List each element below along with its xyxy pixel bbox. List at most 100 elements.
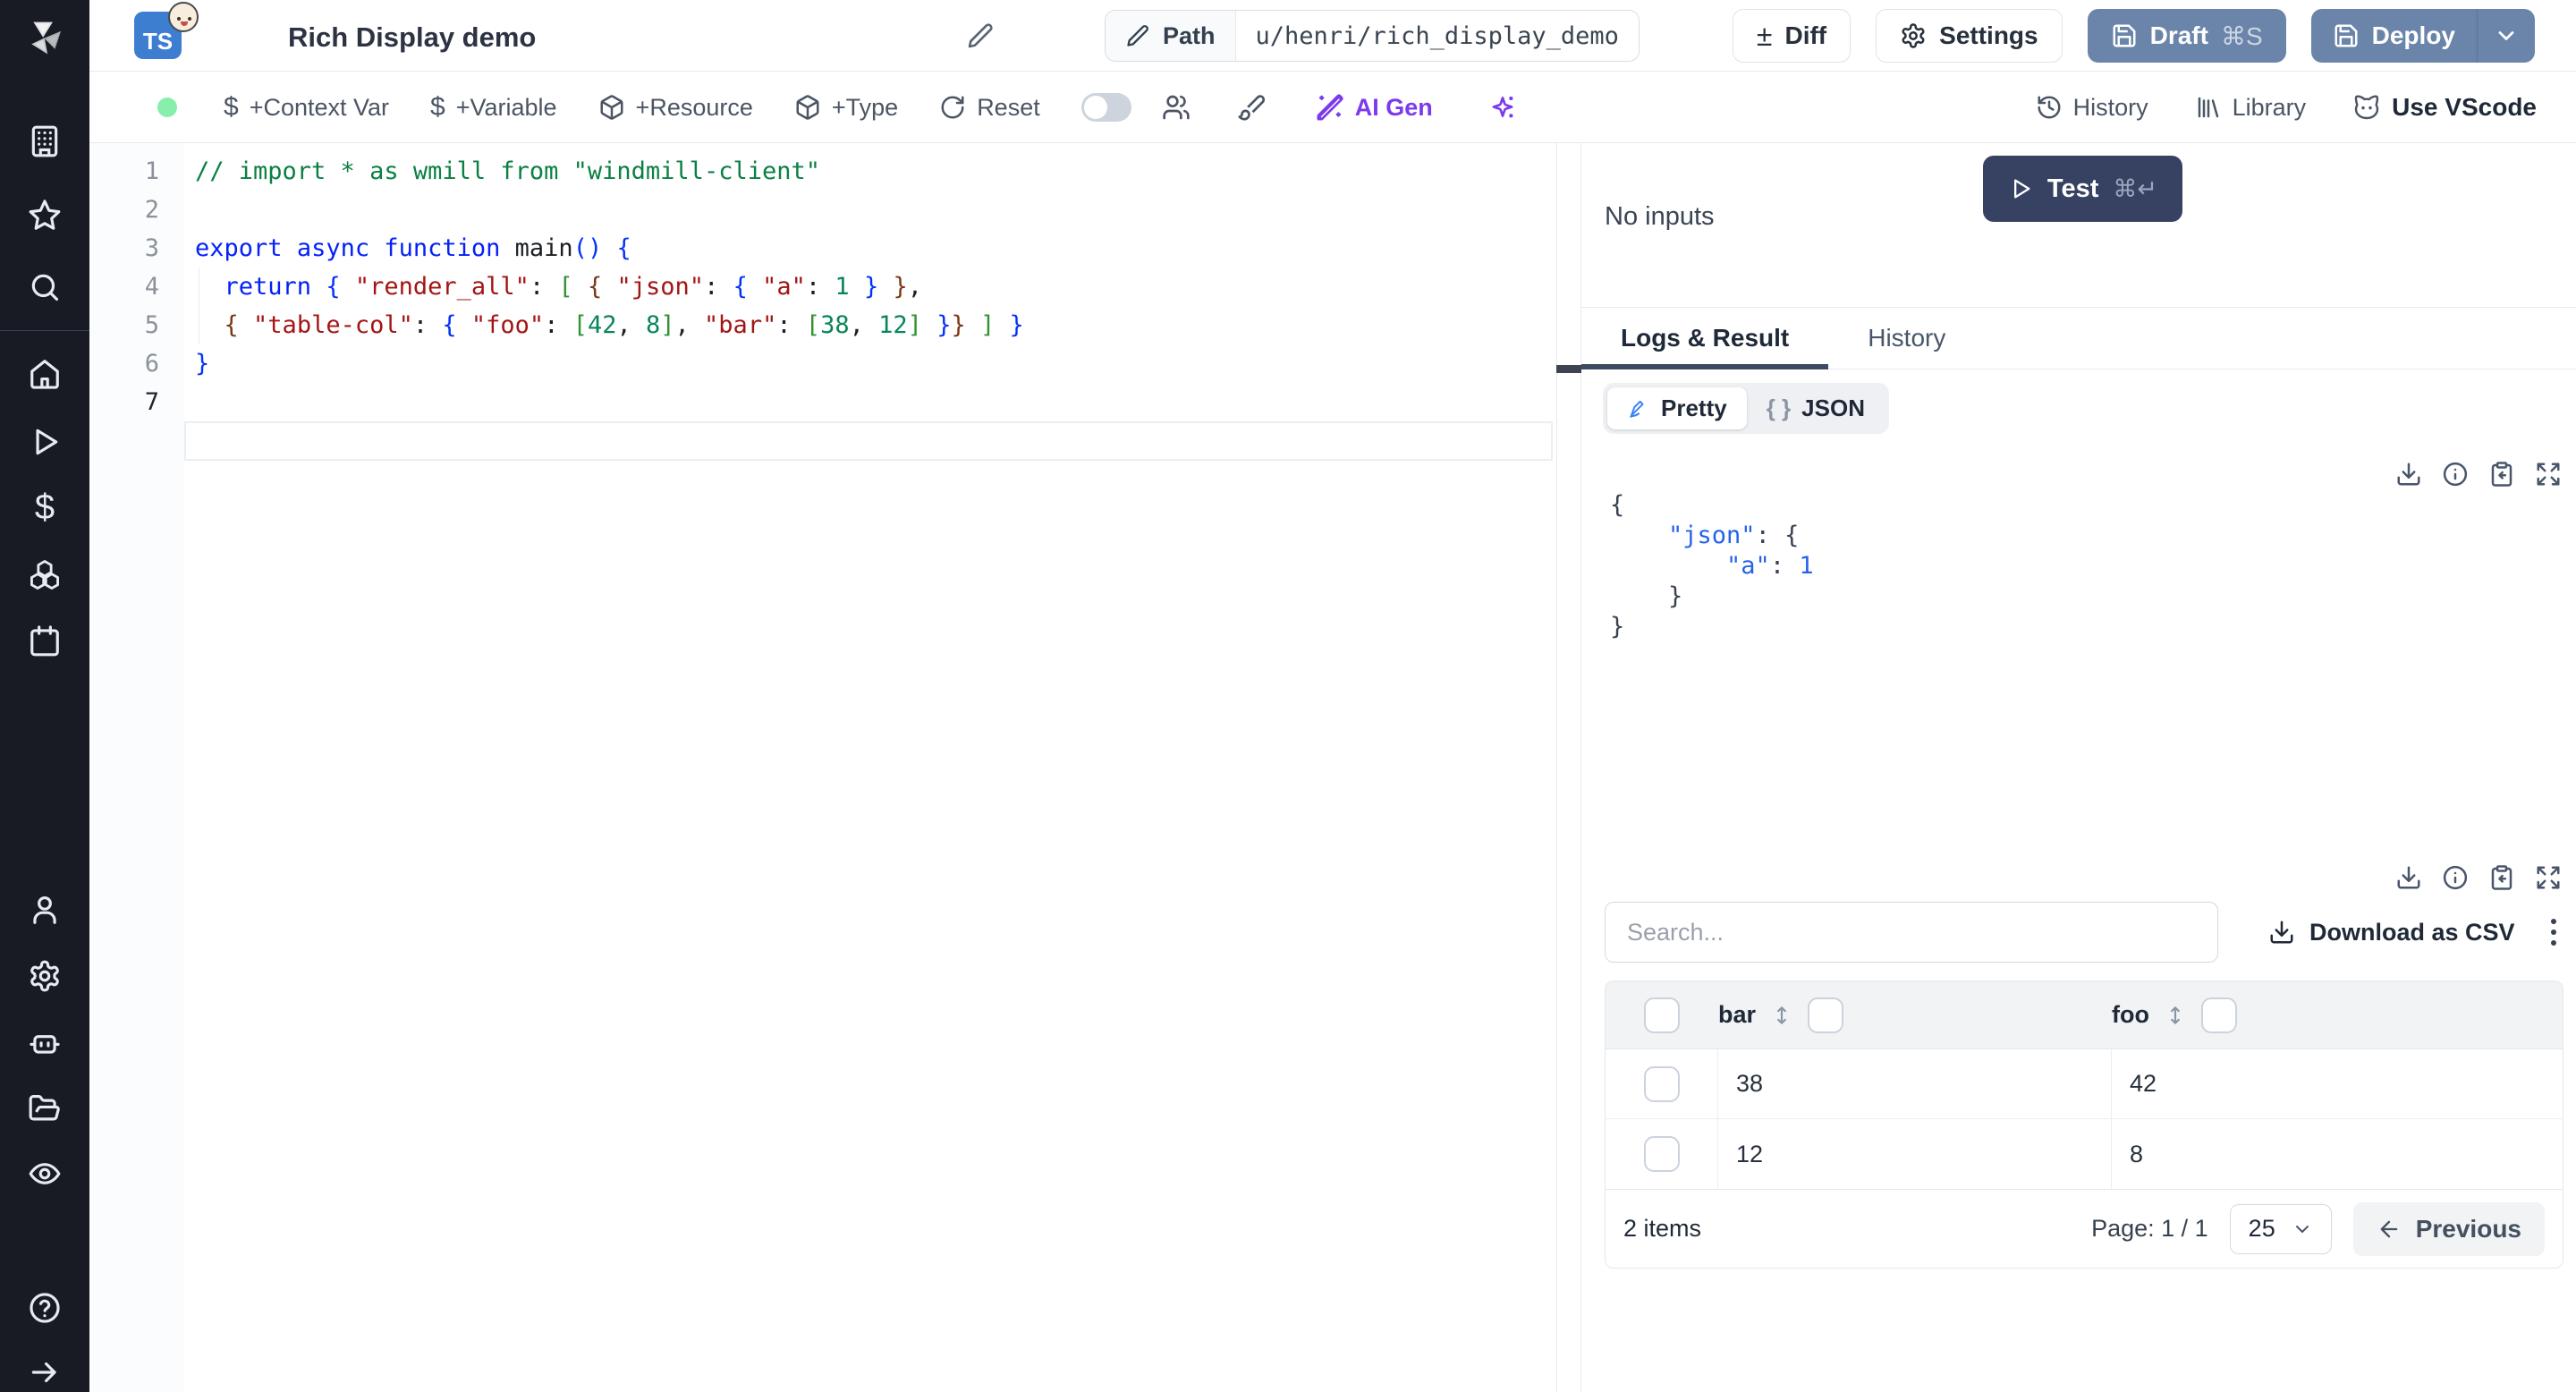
panel-splitter[interactable] bbox=[1556, 143, 1581, 1392]
draft-shortcut: ⌘S bbox=[2220, 21, 2263, 50]
folders-icon[interactable] bbox=[25, 1089, 64, 1128]
header-bar: TS Rich Display demo Path u/henri/rich_d… bbox=[89, 0, 2576, 72]
sort-icon[interactable] bbox=[2164, 1004, 2187, 1027]
workspace-building-icon[interactable] bbox=[25, 122, 64, 161]
cell-foo: 8 bbox=[2130, 1140, 2144, 1167]
sidebar-divider bbox=[0, 330, 89, 332]
line-number: 6 bbox=[144, 350, 159, 378]
info-icon[interactable] bbox=[2442, 864, 2469, 891]
result-view-toggle: Pretty { } JSON bbox=[1603, 383, 1889, 434]
no-inputs-label: No inputs bbox=[1605, 202, 1715, 231]
json-view-button[interactable]: { } JSON bbox=[1747, 387, 1885, 429]
path-button[interactable]: Path u/henri/rich_display_demo bbox=[1105, 10, 1640, 62]
items-count: 2 items bbox=[1623, 1215, 1702, 1242]
row-checkbox[interactable] bbox=[1643, 1136, 1680, 1172]
user-icon[interactable] bbox=[25, 890, 64, 929]
column-header-foo[interactable]: foo bbox=[2112, 1001, 2149, 1029]
copy-clipboard-icon[interactable] bbox=[2488, 864, 2515, 891]
use-vscode-button[interactable]: Use VScode bbox=[2352, 93, 2537, 122]
deploy-button[interactable]: Deploy bbox=[2311, 9, 2477, 63]
table-toolbar: Download as CSV bbox=[1605, 902, 2563, 963]
users-icon bbox=[1163, 95, 1190, 120]
reset-button[interactable]: Reset bbox=[939, 94, 1040, 122]
resources-boxes-icon[interactable] bbox=[25, 555, 64, 594]
settings-button[interactable]: Settings bbox=[1876, 9, 2063, 63]
windmill-logo-icon[interactable] bbox=[25, 18, 64, 57]
line-number: 5 bbox=[144, 311, 159, 339]
expand-icon[interactable] bbox=[2535, 864, 2562, 891]
dollar-icon: $ bbox=[430, 92, 445, 122]
diff-button[interactable]: ± Diff bbox=[1732, 9, 1852, 63]
line-number-gutter: 1 2 3 4 5 6 7 bbox=[89, 143, 184, 1392]
format-brush-button[interactable] bbox=[1237, 93, 1266, 122]
deploy-dropdown-button[interactable] bbox=[2478, 9, 2535, 63]
paintbrush-icon bbox=[1238, 95, 1265, 121]
add-context-var-button[interactable]: $ +Context Var bbox=[224, 92, 389, 123]
tab-history[interactable]: History bbox=[1828, 308, 1985, 369]
table-row[interactable]: 12 8 bbox=[1606, 1119, 2563, 1189]
audit-eye-icon[interactable] bbox=[25, 1155, 64, 1194]
select-all-checkbox[interactable] bbox=[1644, 997, 1680, 1033]
code-line[interactable] bbox=[184, 191, 1556, 229]
add-type-button[interactable]: +Type bbox=[794, 94, 898, 122]
chevron-down-icon bbox=[2498, 31, 2514, 40]
column-header-bar[interactable]: bar bbox=[1718, 1001, 1756, 1029]
code-line[interactable]: { "table-col": { "foo": [42, 8], "bar": … bbox=[184, 306, 1556, 344]
history-button[interactable]: History bbox=[2036, 94, 2148, 122]
previous-page-button[interactable]: Previous bbox=[2352, 1201, 2545, 1256]
code-line[interactable]: export async function main() { bbox=[184, 229, 1556, 267]
runs-play-icon[interactable] bbox=[25, 422, 64, 462]
search-input[interactable] bbox=[1605, 902, 2218, 963]
play-icon bbox=[2013, 179, 2030, 199]
edit-summary-pencil-icon[interactable] bbox=[966, 21, 995, 55]
column-filter-checkbox[interactable] bbox=[1808, 997, 1844, 1033]
expand-icon[interactable] bbox=[2535, 461, 2562, 488]
page-size-select[interactable]: 25 bbox=[2229, 1203, 2332, 1254]
table-menu-kebab-icon[interactable] bbox=[2544, 912, 2563, 953]
line-number: 1 bbox=[144, 157, 159, 185]
add-variable-button[interactable]: $ +Variable bbox=[430, 92, 557, 123]
settings-gear-icon[interactable] bbox=[25, 956, 64, 996]
diff-mode-toggle[interactable] bbox=[1080, 93, 1131, 122]
package-icon bbox=[600, 95, 623, 120]
collaborators-button[interactable] bbox=[1162, 93, 1191, 122]
test-button[interactable]: Test ⌘↵ bbox=[1982, 156, 2182, 222]
result-actions bbox=[2395, 461, 2562, 488]
copy-clipboard-icon[interactable] bbox=[2488, 461, 2515, 488]
line-number: 7 bbox=[144, 388, 159, 416]
arrow-left-icon bbox=[2380, 1220, 2398, 1237]
add-resource-button[interactable]: +Resource bbox=[598, 94, 753, 122]
schedules-calendar-icon[interactable] bbox=[25, 621, 64, 660]
code-line[interactable]: // import * as wmill from "windmill-clie… bbox=[184, 152, 1556, 191]
tab-logs-result[interactable]: Logs & Result bbox=[1581, 308, 1829, 369]
search-icon[interactable] bbox=[25, 268, 64, 308]
script-path: u/henri/rich_display_demo bbox=[1255, 21, 1619, 50]
library-icon bbox=[2198, 97, 2218, 118]
save-icon bbox=[2334, 24, 2358, 47]
row-checkbox[interactable] bbox=[1643, 1065, 1680, 1102]
column-filter-checkbox[interactable] bbox=[2200, 997, 2237, 1033]
download-icon[interactable] bbox=[2395, 864, 2422, 891]
help-icon[interactable] bbox=[25, 1288, 64, 1328]
code-line[interactable]: } bbox=[184, 344, 1556, 383]
home-icon[interactable] bbox=[25, 354, 64, 394]
workers-robot-icon[interactable] bbox=[25, 1023, 64, 1062]
splitter-drag-handle[interactable] bbox=[1556, 365, 1581, 373]
code-editor[interactable]: 1 2 3 4 5 6 7 // import * as wmill from "windm… bbox=[89, 143, 1556, 1392]
sort-icon[interactable] bbox=[1770, 1004, 1793, 1027]
favorites-star-icon[interactable] bbox=[25, 195, 64, 234]
table-row[interactable]: 38 42 bbox=[1606, 1049, 2563, 1119]
variables-dollar-icon[interactable]: $ bbox=[25, 488, 64, 528]
code-line[interactable] bbox=[184, 383, 1556, 421]
info-icon[interactable] bbox=[2442, 461, 2469, 488]
ai-gen-button[interactable]: AI Gen bbox=[1316, 93, 1433, 122]
draft-button[interactable]: Draft ⌘S bbox=[2087, 9, 2286, 63]
pretty-view-button[interactable]: Pretty bbox=[1607, 387, 1747, 429]
sparkles-button[interactable] bbox=[1488, 93, 1517, 122]
download-icon bbox=[2270, 921, 2293, 944]
library-button[interactable]: Library bbox=[2195, 94, 2306, 122]
download-csv-button[interactable]: Download as CSV bbox=[2268, 919, 2515, 946]
download-icon[interactable] bbox=[2395, 461, 2422, 488]
code-line[interactable]: return { "render_all": [ { "json": { "a"… bbox=[184, 267, 1556, 306]
expand-sidebar-arrow-icon[interactable] bbox=[25, 1353, 64, 1392]
